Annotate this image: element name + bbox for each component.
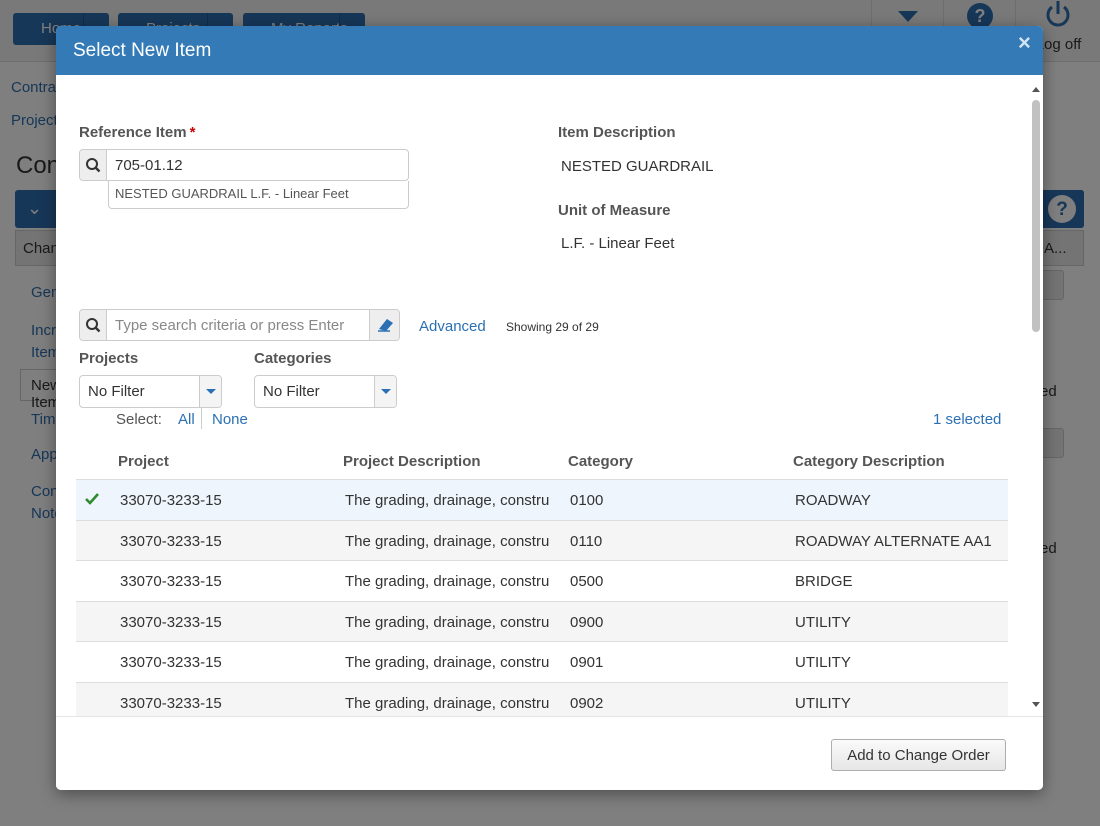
cell-category: 0901	[570, 654, 604, 672]
table-row[interactable]: 33070-3233-15 The grading, drainage, con…	[76, 520, 1008, 562]
select-label: Select:	[116, 411, 162, 428]
categories-filter-select[interactable]: No Filter	[254, 375, 397, 408]
modal-footer: Add to Change Order	[56, 716, 1043, 790]
projects-filter-value: No Filter	[88, 383, 145, 400]
unit-of-measure-label: Unit of Measure	[558, 202, 671, 219]
select-new-item-modal: Select New Item × Reference Item* NESTED…	[56, 26, 1043, 790]
modal-title: Select New Item	[73, 40, 212, 61]
check-icon	[84, 491, 100, 511]
projects-filter-label: Projects	[79, 350, 139, 367]
required-marker: *	[189, 124, 196, 141]
table-search-field	[79, 309, 400, 341]
reference-item-label-text: Reference Item	[79, 124, 187, 141]
column-category[interactable]: Category	[568, 453, 633, 470]
select-none-link[interactable]: None	[212, 411, 248, 428]
chevron-down-icon[interactable]	[199, 376, 221, 407]
table-header: Project Project Description Category Cat…	[76, 440, 1008, 480]
eraser-icon[interactable]	[369, 310, 399, 340]
projects-filter-select[interactable]: No Filter	[79, 375, 222, 408]
cell-category: 0110	[570, 532, 603, 550]
reference-item-field	[79, 149, 409, 181]
categories-filter-value: No Filter	[263, 383, 320, 400]
cell-category: 0902	[570, 694, 604, 712]
cell-category-description: UTILITY	[795, 694, 851, 712]
close-icon[interactable]: ×	[1018, 32, 1031, 54]
cell-project: 33070-3233-15	[120, 573, 222, 591]
cell-project: 33070-3233-15	[120, 532, 222, 550]
cell-category-description: ROADWAY	[795, 492, 871, 509]
select-all-link[interactable]: All	[178, 411, 195, 428]
table-row[interactable]: 33070-3233-15 The grading, drainage, con…	[76, 561, 1008, 602]
cell-category-description: BRIDGE	[795, 573, 853, 591]
cell-category-description: UTILITY	[795, 654, 851, 672]
reference-item-label: Reference Item *	[79, 124, 195, 141]
table-row[interactable]: 33070-3233-15 The grading, drainage, con…	[76, 682, 1008, 716]
scrollbar-thumb[interactable]	[1032, 100, 1040, 332]
column-project[interactable]: Project	[118, 453, 169, 470]
table-row[interactable]: 33070-3233-15 The grading, drainage, con…	[76, 642, 1008, 683]
cell-category-description: UTILITY	[795, 613, 851, 631]
column-project-description[interactable]: Project Description	[343, 453, 481, 470]
cell-project: 33070-3233-15	[120, 613, 222, 631]
search-icon	[80, 150, 107, 180]
cell-project-description: The grading, drainage, construction	[345, 492, 549, 509]
modal-header: Select New Item ×	[56, 26, 1043, 75]
advanced-search-link[interactable]: Advanced	[419, 318, 486, 335]
cell-category-description: ROADWAY ALTERNATE AA1	[795, 532, 992, 550]
cell-project: 33070-3233-15	[120, 492, 222, 509]
scroll-down-arrow-icon[interactable]	[1030, 700, 1042, 710]
search-icon	[80, 310, 107, 340]
categories-filter-label: Categories	[254, 350, 332, 367]
cell-project-description: The grading, drainage, construction	[345, 532, 549, 550]
modal-scrollbar[interactable]	[1030, 82, 1042, 716]
cell-project: 33070-3233-15	[120, 654, 222, 672]
cell-category: 0100	[570, 492, 604, 509]
cell-project-description: The grading, drainage, construction	[345, 613, 549, 631]
cell-project: 33070-3233-15	[120, 694, 222, 712]
item-description-value: NESTED GUARDRAIL	[561, 158, 714, 175]
item-description-label: Item Description	[558, 124, 676, 141]
cell-project-description: The grading, drainage, construction	[345, 694, 549, 712]
table-row[interactable]: 33070-3233-15 The grading, drainage, con…	[76, 601, 1008, 643]
table-search-input[interactable]	[108, 310, 370, 340]
reference-item-input[interactable]	[108, 150, 408, 180]
select-divider	[201, 407, 202, 429]
cell-project-description: The grading, drainage, construction	[345, 573, 549, 591]
selected-count[interactable]: 1 selected	[933, 411, 1001, 428]
cell-category: 0900	[570, 613, 604, 631]
showing-count: Showing 29 of 29	[506, 320, 599, 334]
scroll-up-arrow-icon[interactable]	[1030, 84, 1042, 94]
column-category-description[interactable]: Category Description	[793, 453, 945, 470]
add-to-change-order-button[interactable]: Add to Change Order	[831, 739, 1006, 771]
chevron-down-icon[interactable]	[374, 376, 396, 407]
cell-project-description: The grading, drainage, construction	[345, 654, 549, 672]
cell-category: 0500	[570, 573, 604, 591]
unit-of-measure-value: L.F. - Linear Feet	[561, 235, 675, 252]
table-row[interactable]: 33070-3233-15 The grading, drainage, con…	[76, 480, 1008, 521]
reference-item-suggestion[interactable]: NESTED GUARDRAIL L.F. - Linear Feet	[108, 181, 409, 209]
table-body: 33070-3233-15 The grading, drainage, con…	[76, 480, 1008, 716]
